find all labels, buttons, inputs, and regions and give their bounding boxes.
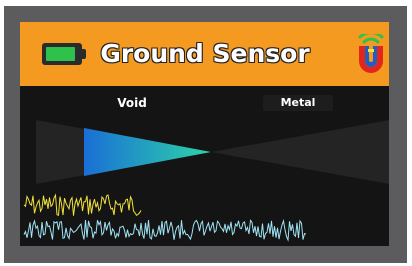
sensor-visualization — [23, 120, 389, 242]
device-frame: Ground Sensor Void Metal — [0, 0, 412, 266]
void-label: Void — [117, 96, 147, 110]
metal-label: Metal — [263, 95, 333, 111]
metal-cone-track — [211, 120, 389, 184]
void-signal-wedge — [84, 128, 211, 176]
sensor-screen: Ground Sensor Void Metal — [20, 22, 389, 246]
signal-trace-blue — [23, 218, 307, 242]
signal-trace-yellow — [23, 193, 142, 217]
